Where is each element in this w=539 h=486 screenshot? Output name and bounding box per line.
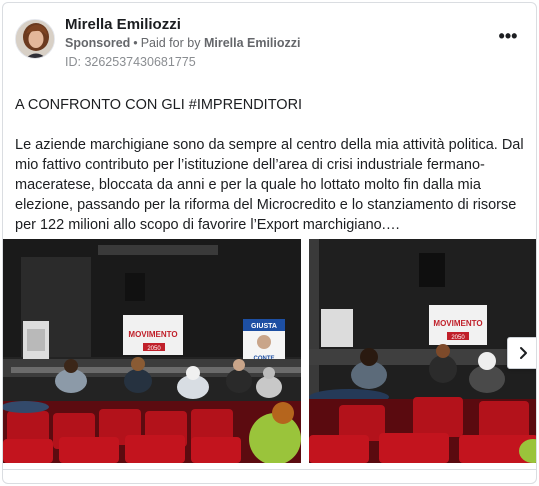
- ad-card: Mirella Emiliozzi Sponsored • Paid for by …: [2, 2, 537, 484]
- card-divider: [3, 469, 536, 470]
- carousel-image-1[interactable]: MOVIMENTO 2050 GIUSTA CONTE: [3, 239, 301, 463]
- carousel-image-2[interactable]: MOVIMENTO 2050: [309, 239, 536, 463]
- meta-separator: •: [133, 36, 138, 50]
- banner-number: 2050: [451, 335, 465, 341]
- ad-id: ID: 3262537430681775: [65, 55, 196, 69]
- banner-text: MOVIMENTO: [433, 319, 482, 328]
- avatar[interactable]: [15, 19, 55, 59]
- post-title: A CONFRONTO CON GLI #IMPRENDITORI: [15, 97, 303, 113]
- post-text: A CONFRONTO CON GLI #IMPRENDITORI Le azi…: [15, 95, 527, 235]
- banner-left-number: 2050: [147, 346, 161, 352]
- payer-name: Mirella Emiliozzi: [203, 36, 301, 50]
- image-carousel[interactable]: MOVIMENTO 2050 GIUSTA CONTE: [3, 239, 536, 463]
- more-options-icon[interactable]: •••: [496, 27, 520, 49]
- banner-right-text: GIUSTA: [251, 323, 277, 330]
- sponsored-label: Sponsored: [65, 36, 131, 50]
- chevron-right-icon: [520, 347, 527, 359]
- sponsored-meta: Sponsored • Paid for by Mirella Emiliozzi: [65, 36, 301, 50]
- paid-for-label: Paid for by: [140, 36, 201, 50]
- post-header: Mirella Emiliozzi Sponsored • Paid for by …: [3, 3, 536, 83]
- post-body: Le aziende marchigiane sono da sempre al…: [15, 137, 524, 233]
- banner-left-text: MOVIMENTO: [128, 330, 177, 339]
- carousel-next-button[interactable]: [507, 337, 536, 369]
- author-name[interactable]: Mirella Emiliozzi: [65, 16, 181, 33]
